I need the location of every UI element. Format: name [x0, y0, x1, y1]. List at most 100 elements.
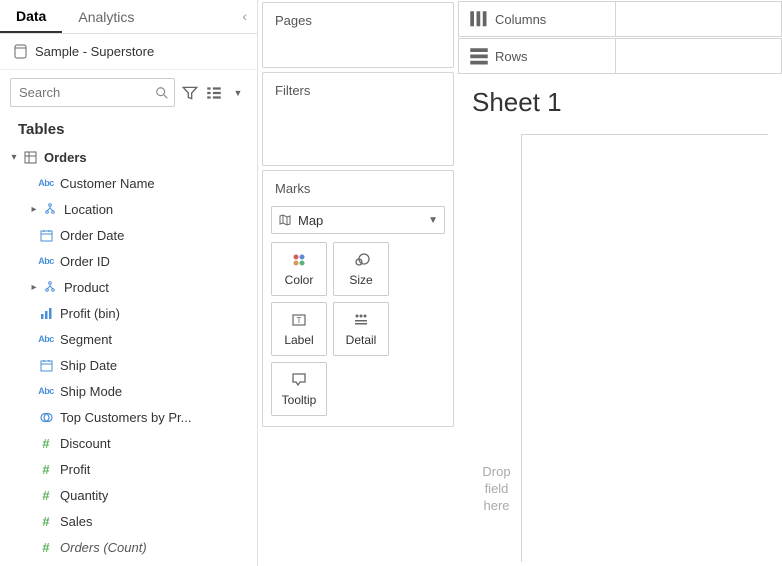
field-top-customers[interactable]: Top Customers by Pr... — [0, 404, 257, 430]
hierarchy-icon — [40, 281, 60, 294]
set-icon — [36, 411, 56, 424]
sheet-title[interactable]: Sheet 1 — [472, 87, 768, 118]
number-icon: # — [36, 540, 56, 555]
color-icon — [290, 251, 308, 269]
field-label: Customer Name — [56, 176, 155, 191]
field-label: Quantity — [56, 488, 108, 503]
field-profit-bin[interactable]: Profit (bin) — [0, 300, 257, 326]
rows-dropzone[interactable] — [615, 39, 781, 73]
database-icon — [14, 44, 27, 59]
marks-color-label: Color — [285, 273, 314, 287]
date-icon — [36, 359, 56, 372]
size-icon — [352, 251, 370, 269]
map-icon — [278, 213, 292, 227]
marks-tooltip-button[interactable]: Tooltip — [271, 362, 327, 416]
rows-shelf[interactable]: Rows — [458, 38, 782, 74]
field-sales[interactable]: #Sales — [0, 508, 257, 534]
caret-down-icon: ▾ — [8, 152, 20, 163]
field-label: Ship Mode — [56, 384, 122, 399]
field-orders-count[interactable]: #Orders (Count) — [0, 534, 257, 560]
caret-right-icon: ▸ — [28, 282, 40, 293]
field-product[interactable]: ▸Product — [0, 274, 257, 300]
string-icon: Abc — [36, 334, 56, 344]
field-segment[interactable]: AbcSegment — [0, 326, 257, 352]
fields-tree: ▾ Orders AbcCustomer Name ▸Location Orde… — [0, 144, 257, 566]
bin-icon — [36, 307, 56, 320]
row-drop-hint[interactable]: Drop field here — [472, 134, 522, 562]
marks-detail-button[interactable]: Detail — [333, 302, 389, 356]
field-order-id[interactable]: AbcOrder ID — [0, 248, 257, 274]
marks-color-button[interactable]: Color — [271, 242, 327, 296]
label-icon: T — [290, 311, 308, 329]
shelves: Columns Rows — [458, 0, 782, 75]
search-field[interactable] — [10, 78, 175, 107]
main-drop-area[interactable] — [522, 134, 768, 562]
pages-header: Pages — [263, 3, 453, 38]
number-icon: # — [36, 488, 56, 503]
marks-header: Marks — [263, 171, 453, 206]
collapse-icon[interactable]: ‹ — [232, 0, 257, 33]
data-source-label: Sample - Superstore — [35, 44, 154, 59]
field-label: Ship Date — [56, 358, 117, 373]
columns-shelf[interactable]: Columns — [458, 1, 782, 37]
sheet-canvas[interactable]: Drop field here — [472, 134, 768, 562]
rows-icon — [469, 47, 489, 65]
marks-detail-label: Detail — [346, 333, 377, 347]
filters-card[interactable]: Filters — [262, 72, 454, 166]
columns-icon — [469, 10, 489, 28]
search-input[interactable] — [10, 78, 175, 107]
view-list-icon[interactable] — [205, 84, 223, 102]
field-ship-mode[interactable]: AbcShip Mode — [0, 378, 257, 404]
field-label: Profit (bin) — [56, 306, 120, 321]
string-icon: Abc — [36, 178, 56, 188]
dropdown-icon[interactable]: ▼ — [229, 84, 247, 102]
field-profit[interactable]: #Profit — [0, 456, 257, 482]
pages-card[interactable]: Pages — [262, 2, 454, 68]
field-quantity[interactable]: #Quantity — [0, 482, 257, 508]
worksheet-pane: Columns Rows Sheet 1 Drop field here — [458, 0, 782, 566]
field-ship-date[interactable]: Ship Date — [0, 352, 257, 378]
string-icon: Abc — [36, 256, 56, 266]
field-label: Order Date — [56, 228, 124, 243]
field-order-date[interactable]: Order Date — [0, 222, 257, 248]
number-icon: # — [36, 462, 56, 477]
tab-analytics[interactable]: Analytics — [62, 0, 232, 33]
tables-header: Tables — [0, 115, 257, 144]
caret-right-icon: ▸ — [28, 204, 40, 215]
tooltip-icon — [290, 371, 308, 389]
side-tabs: Data Analytics ‹ — [0, 0, 257, 34]
field-label: Segment — [56, 332, 112, 347]
marks-type-label: Map — [298, 213, 323, 228]
field-label: Location — [60, 202, 113, 217]
field-discount[interactable]: #Discount — [0, 430, 257, 456]
field-label: Orders (Count) — [56, 540, 147, 555]
data-source[interactable]: Sample - Superstore — [0, 34, 257, 70]
number-icon: # — [36, 514, 56, 529]
field-location[interactable]: ▸ Location — [0, 196, 257, 222]
marks-label-button[interactable]: TLabel — [271, 302, 327, 356]
field-label: Order ID — [56, 254, 110, 269]
columns-dropzone[interactable] — [615, 2, 781, 36]
field-label: Discount — [56, 436, 111, 451]
data-pane: Data Analytics ‹ Sample - Superstore ▼ T… — [0, 0, 258, 566]
field-label: Profit — [56, 462, 90, 477]
field-label: Sales — [56, 514, 93, 529]
chevron-down-icon: ▼ — [428, 215, 438, 226]
field-customer-name[interactable]: AbcCustomer Name — [0, 170, 257, 196]
filters-header: Filters — [263, 73, 453, 108]
cards-column: Pages Filters Marks Map ▼ Color Size TLa… — [258, 0, 458, 566]
table-icon — [20, 151, 40, 164]
table-orders[interactable]: ▾ Orders — [0, 144, 257, 170]
field-label: Orders — [40, 150, 87, 165]
detail-icon — [352, 311, 370, 329]
rows-label: Rows — [495, 49, 615, 64]
marks-type-select[interactable]: Map ▼ — [271, 206, 445, 234]
hierarchy-icon — [40, 203, 60, 216]
marks-size-button[interactable]: Size — [333, 242, 389, 296]
marks-buttons: Color Size TLabel Detail Tooltip — [263, 242, 453, 426]
filter-icon[interactable] — [181, 84, 199, 102]
number-icon: # — [36, 436, 56, 451]
marks-card: Marks Map ▼ Color Size TLabel Detail Too… — [262, 170, 454, 427]
sheet-area: Sheet 1 Drop field here — [458, 75, 782, 566]
tab-data[interactable]: Data — [0, 0, 62, 33]
